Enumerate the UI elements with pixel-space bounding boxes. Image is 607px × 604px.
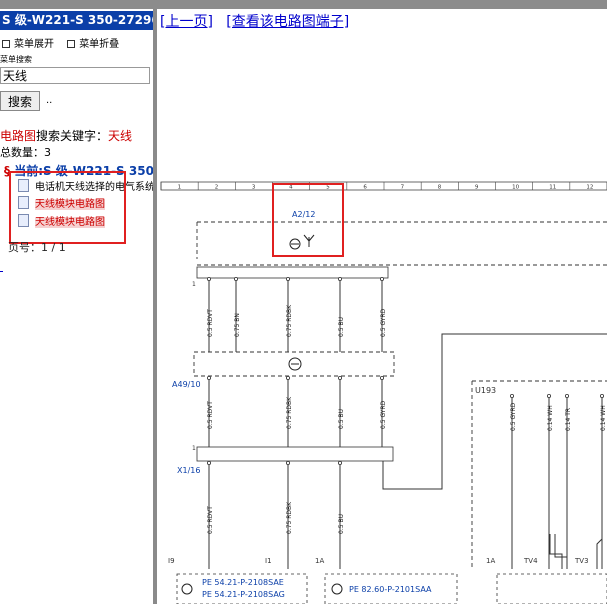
pe-ref-2[interactable]: PE 54.21-P-2108SAG (202, 590, 285, 599)
wire-label: 0.75 RDBK (286, 396, 293, 429)
terminal (379, 375, 384, 380)
highlight-box (9, 171, 126, 244)
label-tv4: TV4 (523, 557, 538, 565)
expand-icon (2, 40, 10, 48)
terminal (337, 276, 342, 281)
wire-label: 0.14 TR (565, 408, 572, 431)
count-value: 3 (44, 146, 51, 159)
keyword-prefix: 电路图 (0, 129, 37, 143)
wire-label: 0.5 GYRD (380, 308, 387, 337)
keyword-value: 天线 (108, 129, 133, 143)
svg-text:1: 1 (192, 281, 196, 288)
label-i9: I9 (168, 557, 175, 565)
page-info: 页号：1 / 1 (8, 239, 66, 255)
search-dots: .. (46, 95, 53, 106)
wire-label: 0.5 BU (338, 409, 345, 429)
terminal (285, 460, 290, 465)
wire-label: 0.5 BU (338, 514, 345, 534)
terminal (234, 276, 239, 281)
left-sidebar: S 级-W221-S 350-272965- 菜单展开 菜单折叠 菜单搜索 搜索… (0, 9, 154, 604)
svg-text:1: 1 (192, 445, 196, 452)
ruler-number: 12 (586, 185, 593, 191)
search-label: 菜单搜索 (0, 55, 32, 64)
collapse-icon (67, 40, 76, 48)
terminal (564, 393, 569, 398)
page-value: 1 / 1 (41, 241, 66, 254)
terminal (285, 276, 290, 281)
count-line: 总数量：3 (0, 144, 51, 160)
wire-label: 0.5 GYRD (510, 402, 517, 431)
label-1a-left: 1A (315, 557, 324, 565)
sidebar-link-mark (0, 271, 3, 272)
search-button[interactable]: 搜索 (0, 91, 40, 111)
ruler-number: 6 (363, 185, 367, 191)
terminal (599, 393, 604, 398)
terminal (285, 375, 290, 380)
wire-label: 0.5 BU (338, 317, 345, 337)
wire-label: 0.5 GYRD (380, 400, 387, 429)
pe-ref-3[interactable]: PE 82.60-P-2101SAA (349, 585, 432, 594)
terminal (509, 393, 514, 398)
ruler-number: 8 (438, 185, 442, 191)
wire-label: 0.75 RDBK (286, 501, 293, 534)
search-input[interactable] (0, 67, 150, 84)
wire-label: 0.5 RDVT (207, 401, 214, 429)
ruler-number: 11 (549, 185, 556, 191)
antenna-icon (289, 234, 315, 250)
circuit-diagram: 1 2 3 4 5 6 7 8 9 10 11 12 A2/12 1 0.5 RDVT 0.75 BN 0… (160, 181, 607, 604)
window-top-bar (0, 0, 607, 9)
terminal (337, 375, 342, 380)
label-i1: I1 (265, 557, 272, 565)
transistor-icon (288, 357, 302, 371)
wire-label: 0.14 WH (600, 405, 607, 431)
ruler-number: 5 (326, 185, 330, 191)
grid-ruler: 1 2 3 4 5 6 7 8 9 10 11 12 (160, 181, 607, 191)
ruler-number: 7 (401, 185, 405, 191)
keyword-label: 搜索关键字： (36, 129, 109, 143)
ruler-number: 4 (289, 185, 293, 191)
menu-controls: 菜单展开 菜单折叠 (2, 35, 129, 50)
wire-label: 0.75 RDBK (286, 304, 293, 337)
label-tv3: TV3 (574, 557, 589, 565)
terminal (337, 460, 342, 465)
page-label: 页号： (8, 241, 41, 254)
terminal (546, 393, 551, 398)
menu-expand-button[interactable]: 菜单展开 (2, 39, 54, 50)
label-u193: U193 (475, 386, 496, 395)
ruler-number: 2 (215, 185, 219, 191)
wire-label: 0.14 WH (547, 405, 554, 431)
ruler-number: 10 (512, 185, 519, 191)
main-panel: [上一页] [查看该电路图端子] 1 2 3 4 5 6 7 8 9 10 11 12 A2/12 1 (157, 9, 607, 604)
keyword-line: 电路图搜索关键字：天线 (0, 127, 132, 144)
label-1a-right: 1A (486, 557, 495, 565)
sidebar-title: S 级-W221-S 350-272965- (0, 11, 153, 30)
count-label: 总数量： (0, 146, 44, 159)
terminal (379, 276, 384, 281)
ruler-number: 9 (475, 185, 479, 191)
label-a2-12: A2/12 (292, 210, 315, 219)
menu-collapse-button[interactable]: 菜单折叠 (67, 39, 119, 50)
terminal (207, 375, 212, 380)
terminal (207, 460, 212, 465)
ruler-number: 1 (178, 185, 182, 191)
wire-label: 0.5 RDVT (207, 309, 214, 337)
wire-label: 0.5 RDVT (207, 506, 214, 534)
label-x1-16: X1/16 (177, 466, 200, 475)
highlight-box (272, 183, 344, 257)
pe-ref-1[interactable]: PE 54.21-P-2108SAE (202, 578, 284, 587)
ruler-number: 3 (252, 185, 256, 191)
wire-label: 0.75 BN (234, 313, 241, 337)
terminal (207, 276, 212, 281)
label-a49-10: A49/10 (172, 380, 201, 389)
